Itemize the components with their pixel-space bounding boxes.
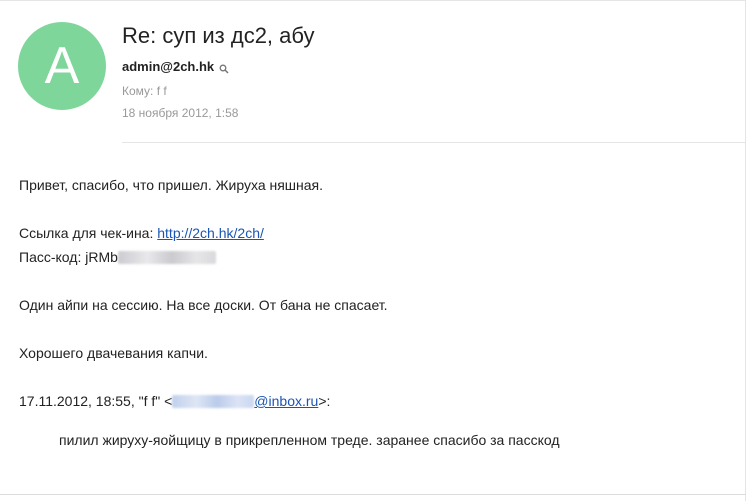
checkin-label: Ссылка для чек-ина: bbox=[19, 225, 158, 241]
recipients: Кому: f f bbox=[122, 84, 167, 98]
quoted-text: пилил жируху-яойщицу в прикрепленном тре… bbox=[59, 432, 560, 448]
sender-address[interactable]: admin@2ch.hk bbox=[122, 59, 214, 74]
search-icon[interactable] bbox=[219, 62, 229, 74]
message-date: 18 ноября 2012, 1:58 bbox=[122, 106, 239, 120]
passcode-label: Пасс-код: jRMb bbox=[19, 249, 118, 265]
checkin-line: Ссылка для чек-ина: http://2ch.hk/2ch/ bbox=[19, 225, 264, 241]
body-one-ip: Один айпи на сессию. На все доски. От ба… bbox=[19, 297, 388, 313]
redacted-email-user bbox=[172, 395, 255, 408]
sender-line: admin@2ch.hk bbox=[122, 59, 229, 74]
quote-header: 17.11.2012, 18:55, "f f" < @inbox.ru>: bbox=[19, 393, 330, 409]
body-farewell: Хорошего двачевания капчи. bbox=[19, 345, 208, 361]
quote-email-link[interactable]: @inbox.ru bbox=[254, 393, 318, 409]
bottom-divider bbox=[0, 494, 746, 495]
header-divider bbox=[122, 142, 746, 143]
quote-header-suffix: >: bbox=[318, 393, 331, 409]
redacted-passcode bbox=[117, 251, 216, 264]
message-subject: Re: суп из дс2, абу bbox=[122, 23, 315, 48]
body-greeting: Привет, спасибо, что пришел. Жируха няшн… bbox=[19, 177, 324, 193]
passcode-line: Пасс-код: jRMb bbox=[19, 249, 216, 265]
checkin-link[interactable]: http://2ch.hk/2ch/ bbox=[157, 225, 264, 241]
avatar: A bbox=[18, 22, 106, 110]
top-border bbox=[0, 0, 746, 1]
quote-header-prefix: 17.11.2012, 18:55, "f f" < bbox=[19, 393, 173, 409]
